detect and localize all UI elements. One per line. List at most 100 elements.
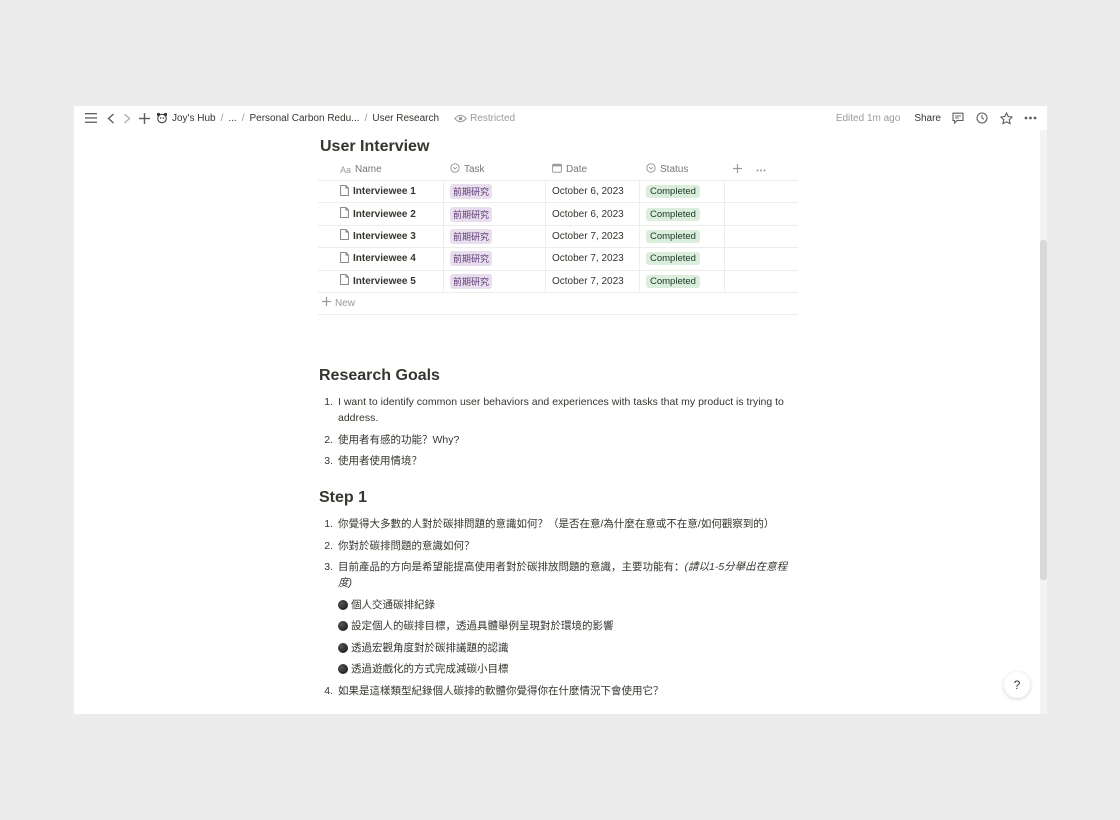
table-row[interactable]: Interviewee 5 前期研究 October 7, 2023 Compl… [318,270,798,293]
feature-text: 透過遊戲化的方式完成減碳小目標 [351,663,509,675]
row-name[interactable]: Interviewee 3 [353,231,416,242]
page-doc-icon [340,252,349,266]
forward-icon[interactable] [120,111,134,125]
back-icon[interactable] [104,111,118,125]
cell-date[interactable]: October 7, 2023 [546,248,640,270]
feature-item[interactable]: 個人交通碳排紀錄 [318,597,798,613]
row-name[interactable]: Interviewee 1 [353,186,416,197]
cell-date[interactable]: October 7, 2023 [546,270,640,292]
breadcrumb-parent[interactable]: Personal Carbon Redu... [250,113,360,124]
column-date-label: Date [566,164,588,175]
step1-heading[interactable]: Step 1 [319,489,367,507]
task-tag: 前期研究 [450,251,493,267]
list-item[interactable]: 2. 你對於碳排問題的意識如何？ [318,538,798,554]
table-body: Interviewee 1 前期研究 October 6, 2023 Compl… [318,181,798,293]
cell-date[interactable]: October 7, 2023 [546,225,640,248]
table-row[interactable]: Interviewee 1 前期研究 October 6, 2023 Compl… [318,181,798,204]
list-item[interactable]: 1. I want to identify common user behavio… [318,394,798,426]
feature-text: 設定個人的碳排目標，透過具體舉例呈現對於環境的影響 [351,620,614,632]
list-number: 2. [324,433,333,446]
cell-status[interactable]: Completed [640,270,725,292]
column-status-label: Status [660,164,689,175]
list-item[interactable]: 1. 你覺得大多數的人對於碳排問題的意識如何？（是否在意/為什麼在意或不在意/如何… [318,516,798,532]
research-goals-heading[interactable]: Research Goals [319,367,440,385]
new-row-label: New [335,297,356,309]
add-property-icon[interactable] [733,163,742,176]
restricted-label[interactable]: Restricted [470,113,515,124]
database-title[interactable]: User Interview [320,138,429,156]
cell-empty [725,248,798,269]
more-properties-icon[interactable] [756,164,766,175]
row-name[interactable]: Interviewee 4 [353,253,416,264]
page-doc-icon [340,207,349,221]
list-number: 1. [324,396,333,408]
edited-timestamp: Edited 1m ago [835,112,901,124]
list-text: 目前產品的方向是希望能提高使用者對於碳排放問題的意識，主要功能有： [338,561,685,573]
status-badge: Completed [646,274,700,288]
column-status-header[interactable]: Status [640,159,725,180]
eye-icon [453,111,467,125]
cell-status[interactable]: Completed [640,203,725,225]
feature-item[interactable]: 設定個人的碳排目標，透過具體舉例呈現對於環境的影響 [318,618,798,634]
table-row[interactable]: Interviewee 2 前期研究 October 6, 2023 Compl… [318,203,798,226]
cell-task[interactable]: 前期研究 [444,225,546,248]
task-tag: 前期研究 [450,228,493,244]
status-badge: Completed [646,252,700,266]
list-text-container: 目前產品的方向是希望能提高使用者對於碳排放問題的意識，主要功能有：(請以1-5分… [338,559,798,591]
black-circle-icon [338,599,348,610]
new-page-plus-icon[interactable] [137,111,151,125]
list-item[interactable]: 3. 使用者使用情境？ [318,453,798,469]
interview-table: Aa Name Task Date Status Interviewee 1 前… [318,159,798,315]
share-button[interactable]: Share [914,113,941,124]
cell-task[interactable]: 前期研究 [444,181,546,203]
cell-name[interactable]: Interviewee 1 [318,181,444,203]
feature-item[interactable]: 透過宏觀角度對於碳排議題的認識 [318,640,798,656]
feature-item[interactable]: 透過遊戲化的方式完成減碳小目標 [318,661,798,677]
list-item[interactable]: 4. 如果是這樣類型紀錄個人碳排的軟體你覺得你在什麼情況下會使用它？ [318,683,798,699]
cell-name[interactable]: Interviewee 2 [318,203,444,225]
cell-date[interactable]: October 6, 2023 [546,181,640,203]
cell-empty [725,203,798,224]
text-type-icon: Aa [340,164,352,175]
scrollbar-thumb[interactable] [1040,240,1047,580]
help-button[interactable]: ? [1004,672,1030,698]
row-name[interactable]: Interviewee 5 [353,276,416,287]
comment-icon[interactable] [951,111,965,125]
cell-task[interactable]: 前期研究 [444,203,546,225]
cell-task[interactable]: 前期研究 [444,270,546,292]
breadcrumb-workspace[interactable]: Joy's Hub [172,113,216,124]
cell-name[interactable]: Interviewee 5 [318,270,444,292]
black-circle-icon [338,621,348,631]
column-date-header[interactable]: Date [546,159,640,180]
favorite-star-icon[interactable] [999,111,1013,125]
status-badge: Completed [646,229,700,243]
menu-icon[interactable] [84,111,98,125]
new-row-button[interactable]: New [318,293,798,315]
top-right-actions: Edited 1m ago Share [836,106,1037,130]
cell-date[interactable]: October 6, 2023 [546,203,640,225]
history-clock-icon[interactable] [975,111,989,125]
cell-task[interactable]: 前期研究 [444,248,546,270]
column-task-header[interactable]: Task [444,159,546,180]
select-property-icon [450,163,460,176]
task-tag: 前期研究 [450,206,493,222]
breadcrumb-separator: / [364,112,368,124]
cell-name[interactable]: Interviewee 4 [318,248,444,270]
list-text: 使用者使用情境？ [338,455,422,467]
row-name[interactable]: Interviewee 2 [353,209,416,220]
scrollbar-track[interactable] [1040,130,1047,714]
cell-status[interactable]: Completed [640,181,725,203]
table-row[interactable]: Interviewee 4 前期研究 October 7, 2023 Compl… [318,248,798,271]
breadcrumb-current[interactable]: User Research [372,113,439,124]
list-item[interactable]: 2. 使用者有感的功能？Why? [318,432,798,448]
column-name-header[interactable]: Aa Name [318,159,444,180]
cell-status[interactable]: Completed [640,248,725,270]
breadcrumb-ellipsis[interactable]: ... [228,113,236,124]
column-task-label: Task [464,164,485,175]
feature-text: 透過宏觀角度對於碳排議題的認識 [351,641,509,654]
list-item[interactable]: 3. 目前產品的方向是希望能提高使用者對於碳排放問題的意識，主要功能有：(請以1-… [318,559,798,591]
cell-name[interactable]: Interviewee 3 [318,225,444,248]
cell-status[interactable]: Completed [640,225,725,248]
more-options-icon[interactable] [1023,111,1037,125]
table-row[interactable]: Interviewee 3 前期研究 October 7, 2023 Compl… [318,225,798,249]
